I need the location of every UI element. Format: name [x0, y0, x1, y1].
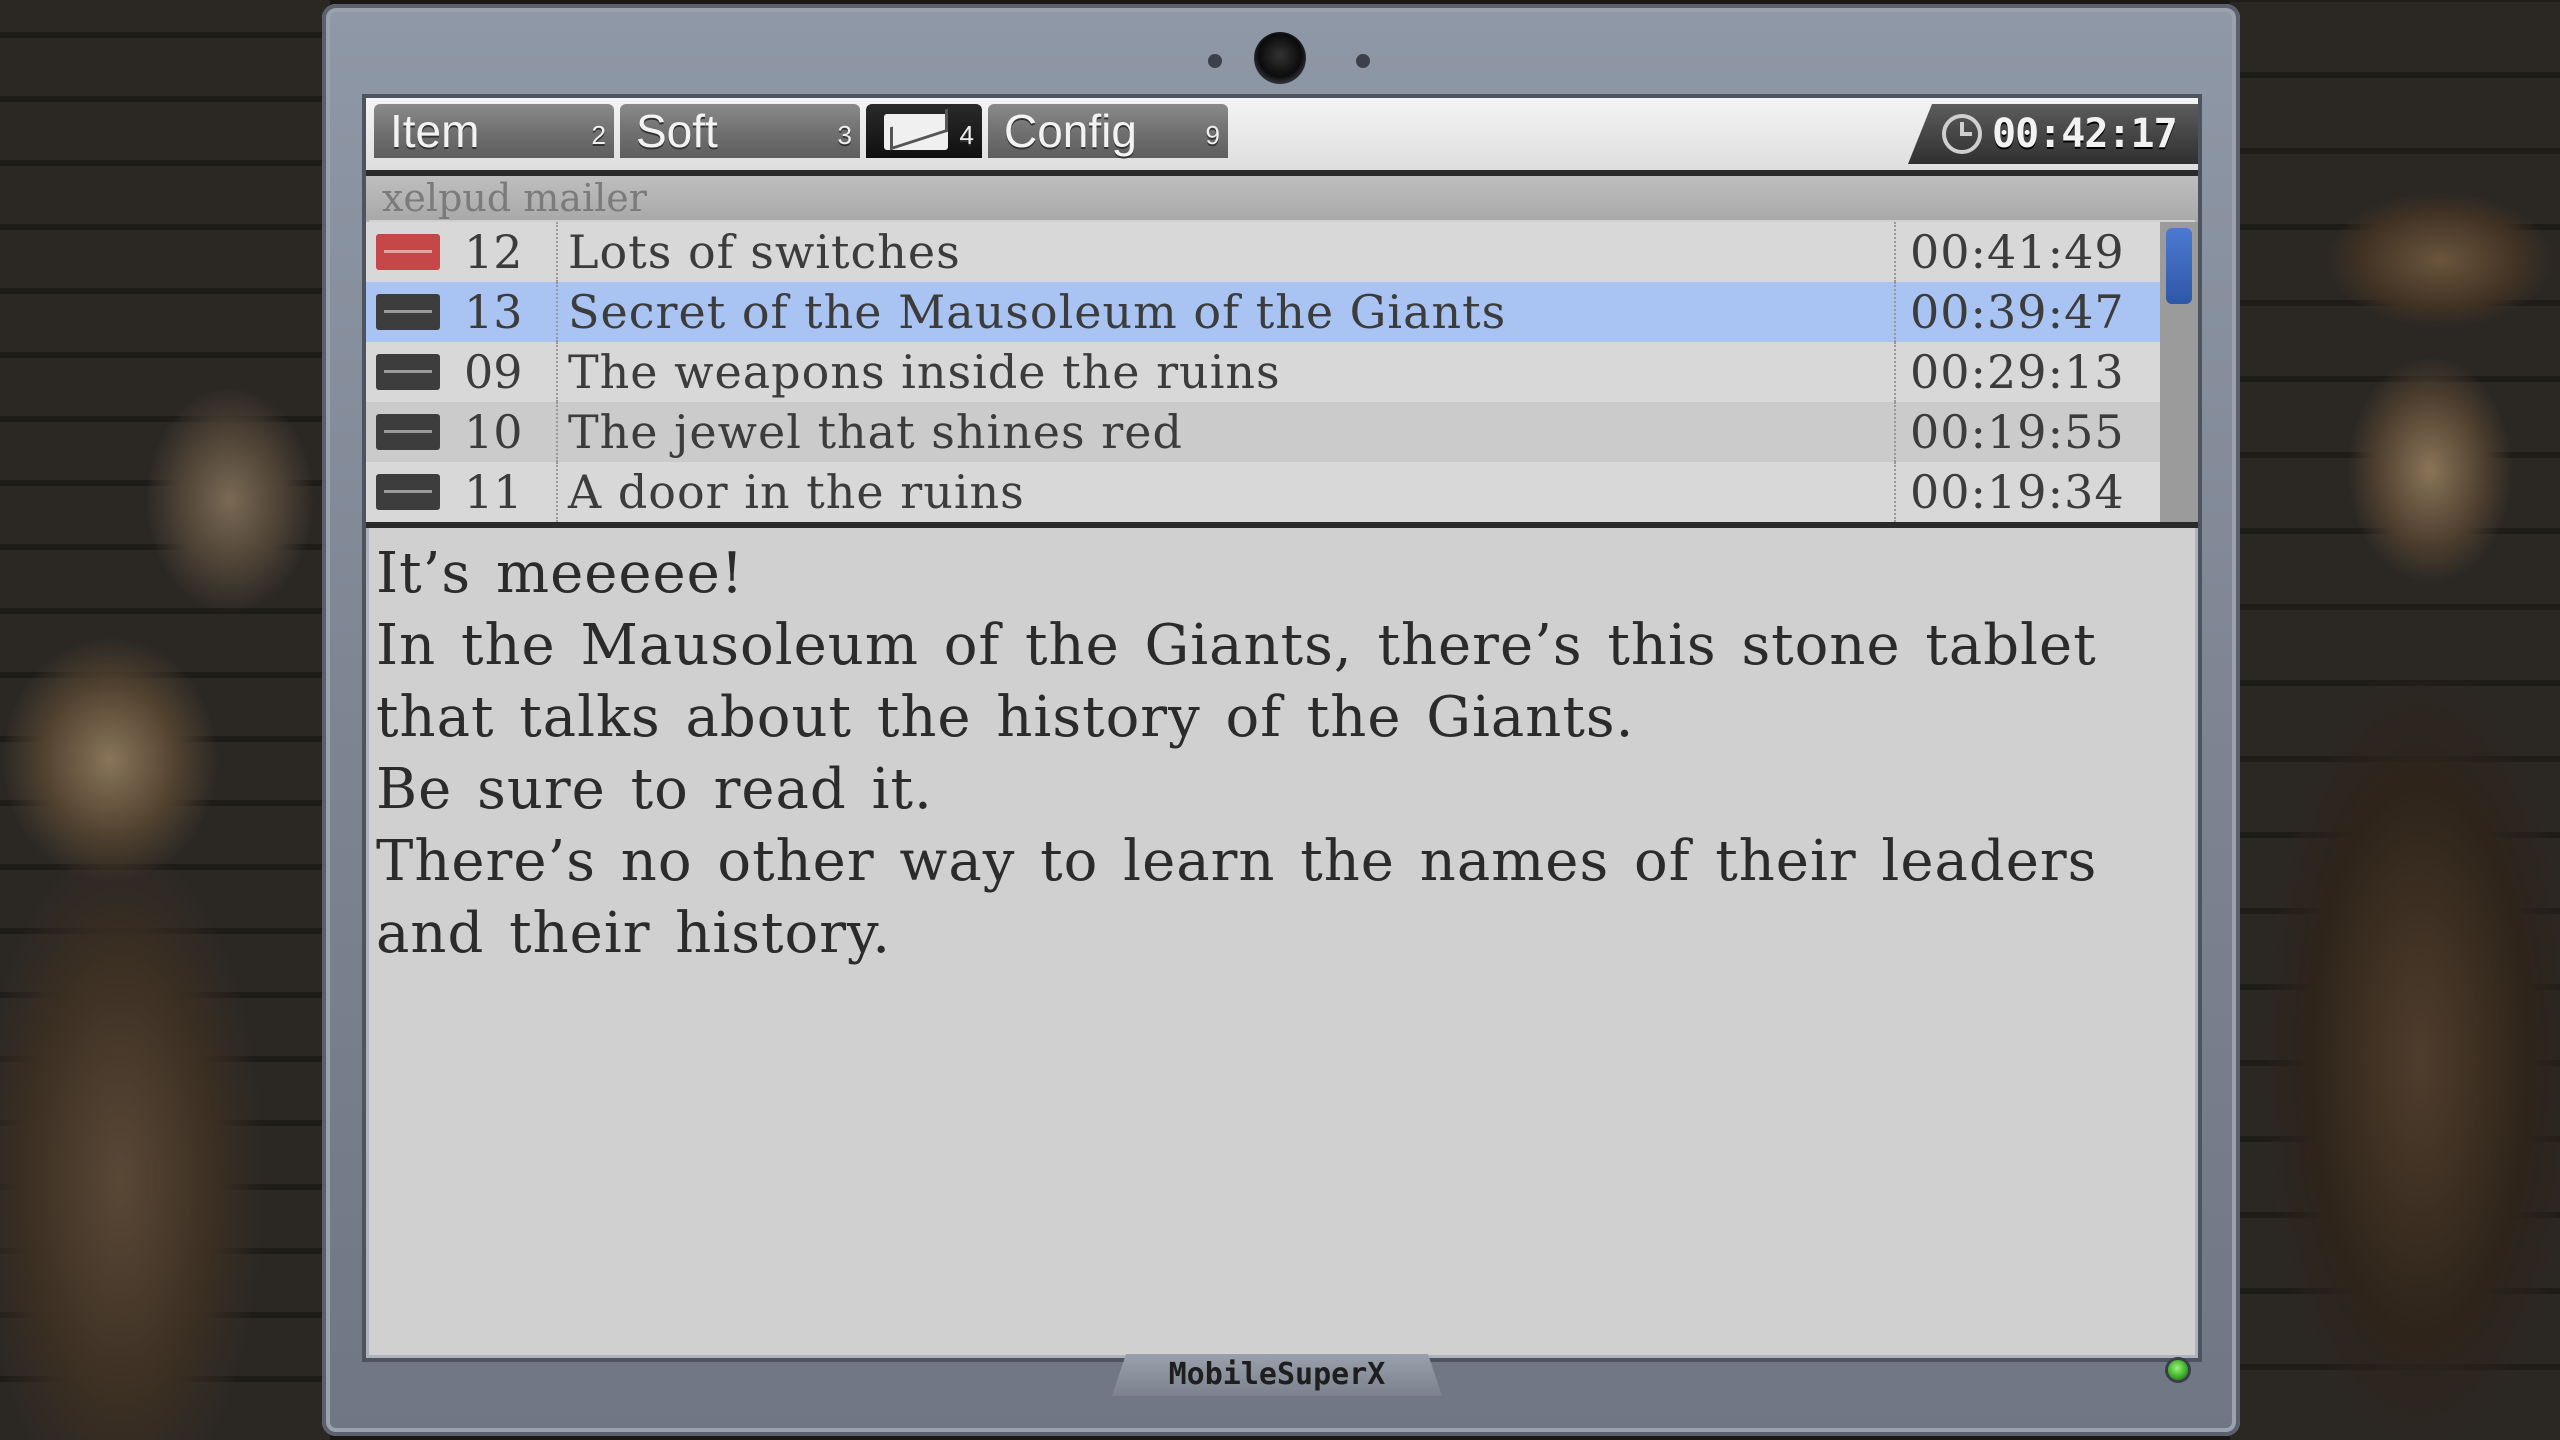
divider [366, 522, 2198, 528]
tab-item-hotkey: 2 [591, 120, 606, 150]
mail-subject: The weapons inside the ruins [556, 342, 1281, 402]
tab-item[interactable]: Item 2 [374, 104, 614, 158]
clock-icon [1942, 114, 1982, 154]
mail-time: 00:19:34 [1894, 462, 2125, 522]
mail-number: 09 [464, 345, 523, 399]
background-art-left [0, 0, 330, 1440]
tab-config[interactable]: Config 9 [988, 104, 1228, 158]
envelope-icon [884, 114, 948, 150]
camera-lens [1254, 32, 1306, 84]
mail-time: 00:29:13 [1894, 342, 2125, 402]
mail-subject: A door in the ruins [556, 462, 1025, 522]
scrollbar-thumb[interactable] [2166, 228, 2192, 304]
mail-list-scrollbar[interactable] [2160, 222, 2198, 522]
envelope-icon [376, 354, 440, 390]
device-brand-label: MobileSuperX [1112, 1354, 1442, 1396]
message-line: There’s no other way to learn the names … [376, 829, 2098, 966]
message-line: Be sure to read it. [376, 757, 933, 822]
mail-row-selected[interactable]: 13 Secret of the Mausoleum of the Giants… [366, 282, 2160, 342]
mail-subject: Secret of the Mausoleum of the Giants [556, 282, 1506, 342]
mail-list: 12 Lots of switches 00:41:49 13 Secret o… [366, 222, 2160, 522]
message-line: In the Mausoleum of the Giants, there’s … [376, 613, 2097, 750]
speaker-dot-left [1208, 54, 1222, 68]
play-time-value: 00:42:17 [1992, 111, 2178, 157]
speaker-dot-right [1356, 54, 1370, 68]
mail-time: 00:41:49 [1894, 222, 2125, 282]
mail-number: 12 [464, 225, 523, 279]
tab-bar: Item 2 Soft 3 4 Config 9 00:42:17 [366, 98, 2198, 176]
envelope-unread-icon [376, 234, 440, 270]
tab-mail-hotkey: 4 [959, 120, 974, 150]
mail-row[interactable]: 12 Lots of switches 00:41:49 [366, 222, 2160, 282]
envelope-icon [376, 294, 440, 330]
mobile-device-frame: Item 2 Soft 3 4 Config 9 00:42:17 xelpud… [322, 4, 2240, 1436]
background-art-right [2230, 0, 2560, 1440]
power-led-icon [2168, 1360, 2188, 1380]
mailer-title: xelpud mailer [366, 176, 2198, 220]
tab-config-hotkey: 9 [1205, 120, 1220, 150]
mail-number: 13 [464, 285, 523, 339]
message-body: It’s meeeee! In the Mausoleum of the Gia… [376, 538, 2176, 970]
envelope-icon [376, 474, 440, 510]
mail-time: 00:39:47 [1894, 282, 2125, 342]
mail-number: 11 [464, 465, 523, 519]
mail-row[interactable]: 10 The jewel that shines red 00:19:55 [366, 402, 2160, 462]
tab-soft[interactable]: Soft 3 [620, 104, 860, 158]
mail-row[interactable]: 11 A door in the ruins 00:19:34 [366, 462, 2160, 522]
mail-subject: Lots of switches [556, 222, 961, 282]
tab-item-label: Item [390, 105, 480, 157]
mail-subject: The jewel that shines red [556, 402, 1183, 462]
tab-config-label: Config [1004, 105, 1137, 157]
mail-row[interactable]: 09 The weapons inside the ruins 00:29:13 [366, 342, 2160, 402]
tab-mail[interactable]: 4 [866, 104, 982, 158]
tab-soft-hotkey: 3 [837, 120, 852, 150]
message-line: It’s meeeee! [376, 541, 745, 606]
mail-number: 10 [464, 405, 523, 459]
device-screen: Item 2 Soft 3 4 Config 9 00:42:17 xelpud… [362, 94, 2202, 1362]
tab-soft-label: Soft [636, 105, 718, 157]
mail-time: 00:19:55 [1894, 402, 2125, 462]
play-time-clock: 00:42:17 [1908, 104, 2198, 164]
envelope-icon [376, 414, 440, 450]
